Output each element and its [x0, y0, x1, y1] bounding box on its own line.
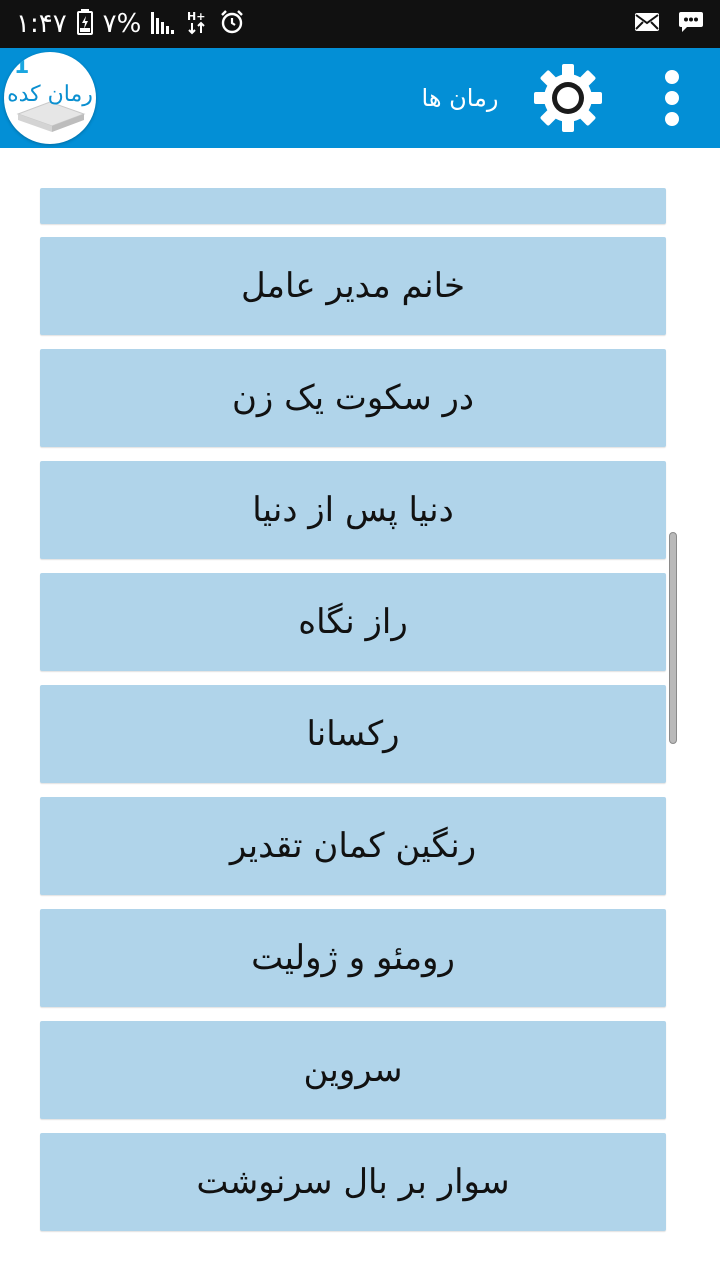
overflow-dot-icon	[665, 70, 679, 84]
status-bar-right	[634, 8, 704, 40]
app-logo[interactable]: 1 رمان کده	[4, 52, 96, 144]
list-item[interactable]: رکسانا	[40, 685, 666, 783]
signal-icon	[151, 10, 177, 38]
page-title: رمان ها	[421, 84, 499, 112]
status-bar-left: ۱:۴۷ ۷% H+	[16, 8, 245, 40]
overflow-dot-icon	[665, 112, 679, 126]
list-item-label: سوار بر بال سرنوشت	[196, 1162, 510, 1202]
network-h-plus-icon: H+	[187, 9, 209, 39]
mail-icon	[634, 12, 660, 36]
status-time: ۱:۴۷	[16, 9, 67, 39]
list-item-label: رنگین کمان تقدیر	[229, 826, 477, 866]
list-item-label: رکسانا	[306, 714, 400, 754]
list-item[interactable]: رومئو و ژولیت	[40, 909, 666, 1007]
battery-percent: ۷%	[102, 9, 142, 39]
settings-button[interactable]	[528, 60, 608, 136]
list-item[interactable]: رنگین کمان تقدیر	[40, 797, 666, 895]
list-item[interactable]: راز نگاه	[40, 573, 666, 671]
network-type-label: H+	[187, 10, 205, 23]
gear-icon	[534, 64, 602, 132]
status-bar: ۱:۴۷ ۷% H+	[0, 0, 720, 48]
list-item-label: دنیا پس از دنیا	[252, 490, 454, 530]
app-bar: 1 رمان کده رمان ها	[0, 48, 720, 148]
list-item-label: خانم مدیر عامل	[241, 266, 465, 306]
novel-list[interactable]: خانم مدیر عامل در سکوت یک زن دنیا پس از …	[0, 148, 720, 1280]
list-scrollbar[interactable]	[669, 532, 677, 744]
battery-icon	[76, 9, 93, 39]
message-icon	[678, 10, 704, 38]
list-item-label: راز نگاه	[298, 602, 408, 642]
list-item[interactable]: سروین	[40, 1021, 666, 1119]
list-item[interactable]: در سکوت یک زن	[40, 349, 666, 447]
overflow-menu-button[interactable]	[648, 64, 696, 132]
list-item[interactable]: خانم مدیر عامل	[40, 237, 666, 335]
list-item[interactable]: سوار بر بال سرنوشت	[40, 1133, 666, 1231]
list-item-label: در سکوت یک زن	[231, 378, 475, 418]
overflow-dot-icon	[665, 91, 679, 105]
logo-text: رمان کده	[7, 82, 93, 107]
list-item-partial[interactable]	[40, 188, 666, 224]
alarm-icon	[219, 9, 245, 39]
list-item[interactable]: دنیا پس از دنیا	[40, 461, 666, 559]
list-item-label: رومئو و ژولیت	[251, 938, 455, 978]
list-item-label: سروین	[303, 1050, 403, 1090]
